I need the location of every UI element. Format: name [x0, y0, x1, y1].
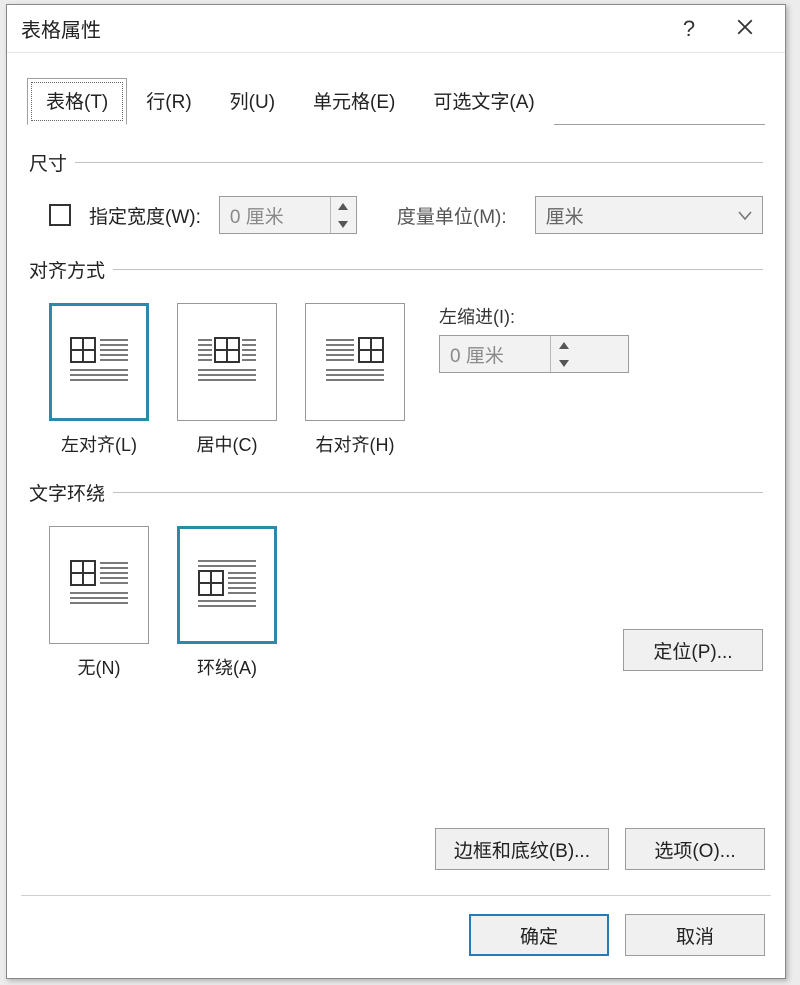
unit-combo-value: 厘米 [546, 202, 584, 229]
tab-bar: 表格(T) 行(R) 列(U) 单元格(E) 可选文字(A) [27, 77, 765, 125]
align-center-label: 居中(C) [197, 431, 258, 457]
options-button[interactable]: 选项(O)... [625, 828, 765, 870]
indent-input[interactable] [440, 336, 550, 372]
tab-content: 尺寸 指定宽度(W): 度量单位(M): 厘米 [7, 125, 785, 680]
close-button[interactable] [717, 5, 773, 53]
align-right-option[interactable] [305, 303, 405, 421]
cancel-button[interactable]: 取消 [625, 914, 765, 956]
group-alignment: 对齐方式 左对齐(L) [29, 256, 763, 457]
group-wrap-legend: 文字环绕 [29, 479, 113, 506]
tab-row[interactable]: 行(R) [127, 78, 210, 125]
secondary-button-row: 边框和底纹(B)... 选项(O)... [435, 828, 765, 870]
width-spinner[interactable] [219, 196, 357, 234]
width-input[interactable] [220, 197, 330, 233]
help-icon: ? [683, 16, 695, 42]
wrap-none-icon [68, 560, 130, 610]
unit-label: 度量单位(M): [397, 202, 507, 229]
wrap-around-icon [196, 560, 258, 610]
unit-combo[interactable]: 厘米 [535, 196, 763, 234]
width-spin-up[interactable] [331, 197, 356, 215]
indent-label: 左缩进(I): [439, 303, 629, 329]
wrap-none-option[interactable] [49, 526, 149, 644]
dialog-title: 表格属性 [21, 14, 101, 43]
align-left-option[interactable] [49, 303, 149, 421]
indent-spin-up[interactable] [551, 336, 576, 354]
wrap-none-label: 无(N) [78, 654, 121, 680]
indent-spinner[interactable] [439, 335, 629, 373]
width-spin-down[interactable] [331, 215, 356, 233]
indent-spin-down[interactable] [551, 354, 576, 372]
tab-cell[interactable]: 单元格(E) [294, 78, 414, 125]
group-size: 尺寸 指定宽度(W): 度量单位(M): 厘米 [29, 149, 763, 234]
align-right-label: 右对齐(H) [316, 431, 395, 457]
position-button[interactable]: 定位(P)... [623, 629, 763, 671]
table-properties-dialog: 表格属性 ? 表格(T) 行(R) 列(U) 单元格(E) 可选文字(A) 尺寸… [6, 4, 786, 979]
wrap-around-label: 环绕(A) [197, 654, 257, 680]
titlebar: 表格属性 ? [7, 5, 785, 53]
align-left-label: 左对齐(L) [61, 431, 137, 457]
specify-width-checkbox[interactable] [49, 204, 71, 226]
align-center-icon [196, 337, 258, 387]
wrap-around-option[interactable] [177, 526, 277, 644]
group-alignment-legend: 对齐方式 [29, 256, 113, 283]
chevron-down-icon [738, 204, 752, 226]
tab-column[interactable]: 列(U) [211, 78, 294, 125]
help-button[interactable]: ? [661, 5, 717, 53]
dialog-separator [21, 895, 771, 896]
main-button-row: 确定 取消 [469, 914, 765, 956]
specify-width-label: 指定宽度(W): [89, 202, 201, 229]
align-right-icon [324, 337, 386, 387]
close-icon [736, 16, 754, 42]
group-size-legend: 尺寸 [29, 149, 75, 176]
ok-button[interactable]: 确定 [469, 914, 609, 956]
tab-table[interactable]: 表格(T) [27, 78, 127, 125]
align-left-icon [68, 337, 130, 387]
borders-shading-button[interactable]: 边框和底纹(B)... [435, 828, 609, 870]
tab-alt-text[interactable]: 可选文字(A) [414, 78, 553, 125]
align-center-option[interactable] [177, 303, 277, 421]
